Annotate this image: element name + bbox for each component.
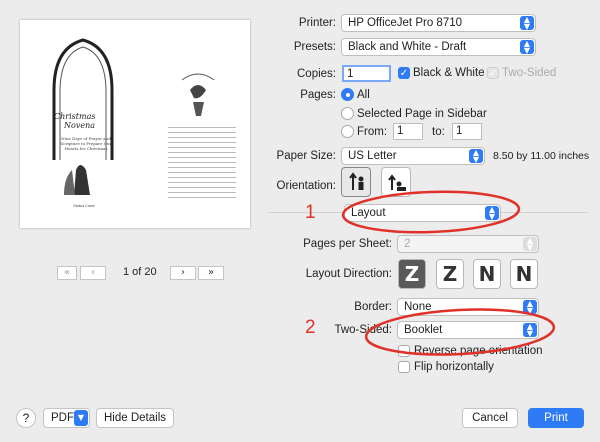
last-page-button[interactable]: »: [198, 266, 224, 280]
layout-direction-z-lr[interactable]: Z: [398, 259, 426, 289]
paper-size-value: US Letter: [348, 150, 397, 162]
layout-direction-n-lr[interactable]: N: [510, 259, 538, 289]
chevron-down-icon: ▼: [74, 410, 88, 426]
pages-to-label: to:: [432, 126, 445, 138]
paper-size-label: Paper Size:: [276, 150, 336, 162]
hide-details-button[interactable]: Hide Details: [96, 408, 174, 428]
page-indicator: 1 of 20: [123, 266, 157, 278]
chevron-updown-icon: ▲ ▼: [523, 300, 537, 315]
pdf-menu-button[interactable]: PDF ▼: [43, 408, 90, 428]
chevron-updown-icon: ▲ ▼: [523, 237, 537, 252]
landscape-icon: [388, 174, 406, 191]
flip-horizontally-checkbox[interactable]: [398, 361, 410, 373]
paper-size-select[interactable]: US Letter ▲ ▼: [341, 147, 485, 165]
pages-selected-radio[interactable]: [341, 107, 354, 120]
chevron-updown-icon: ▲ ▼: [520, 16, 534, 31]
two-sided-value: Booklet: [404, 324, 443, 336]
pages-from-radio[interactable]: [341, 125, 354, 138]
copies-field[interactable]: 1: [342, 65, 391, 82]
print-section-select[interactable]: Layout ▲ ▼: [344, 204, 501, 222]
pages-selected-label: Selected Page in Sidebar: [357, 108, 487, 120]
pages-all-label: All: [357, 89, 370, 101]
chevron-updown-icon: ▲ ▼: [523, 323, 537, 338]
chevron-updown-icon: ▲ ▼: [485, 206, 499, 221]
landscape-orientation-button[interactable]: [381, 167, 411, 197]
preview-title-line1: Christmas: [54, 112, 96, 121]
portrait-orientation-button[interactable]: [341, 167, 371, 197]
pages-from-field[interactable]: 1: [393, 123, 423, 140]
border-value: None: [404, 301, 432, 313]
pages-from-label: From:: [357, 126, 388, 138]
black-white-label: Black & White: [413, 67, 485, 79]
pages-per-sheet-label: Pages per Sheet:: [303, 238, 392, 250]
chevron-updown-icon: ▲ ▼: [520, 40, 534, 55]
two-sided-label: Two-Sided:: [334, 324, 392, 336]
chevron-updown-icon: ▲ ▼: [469, 149, 483, 164]
preview-subtitle: Nine Days of Prayer and Scripture to Pre…: [60, 136, 112, 151]
layout-direction-n-rl[interactable]: N: [473, 259, 501, 289]
pages-to-field[interactable]: 1: [452, 123, 482, 140]
printer-value: HP OfficeJet Pro 8710: [348, 17, 463, 29]
two-sided-checkbox-label: Two-Sided: [502, 67, 557, 79]
flip-horizontally-label: Flip horizontally: [414, 361, 494, 373]
paper-dimensions: 8.50 by 11.00 inches: [493, 150, 590, 162]
two-sided-select[interactable]: Booklet ▲ ▼: [397, 321, 539, 339]
help-button[interactable]: ?: [16, 408, 36, 428]
portrait-icon: [349, 172, 364, 190]
pdf-label: PDF: [51, 412, 74, 424]
cancel-button[interactable]: Cancel: [462, 408, 518, 428]
orientation-label: Orientation:: [276, 180, 336, 192]
annotation-number-2: 2: [305, 317, 316, 338]
next-page-button[interactable]: ›: [170, 266, 196, 280]
presets-label: Presets:: [293, 41, 336, 53]
border-select[interactable]: None ▲ ▼: [397, 298, 539, 316]
annotation-number-1: 1: [305, 202, 316, 223]
pages-per-sheet-value: 2: [404, 238, 411, 250]
two-sided-checkbox: ✓: [487, 67, 499, 79]
preview-author: Santos Crane: [73, 204, 95, 208]
previous-page-button[interactable]: ‹: [80, 266, 106, 280]
first-page-button[interactable]: «: [57, 266, 77, 280]
print-button[interactable]: Print: [528, 408, 584, 428]
reverse-orientation-label: Reverse page orientation: [414, 345, 543, 357]
presets-select[interactable]: Black and White - Draft ▲ ▼: [341, 38, 536, 56]
layout-direction-label: Layout Direction:: [305, 268, 392, 280]
pages-all-radio[interactable]: [341, 88, 354, 101]
reverse-orientation-checkbox[interactable]: [398, 345, 410, 357]
pages-label: Pages:: [300, 89, 336, 101]
printer-select[interactable]: HP OfficeJet Pro 8710 ▲ ▼: [341, 14, 536, 32]
preview-title: Christmas Novena: [54, 112, 114, 130]
pages-per-sheet-select: 2 ▲ ▼: [397, 235, 539, 253]
presets-value: Black and White - Draft: [348, 41, 467, 53]
black-white-checkbox[interactable]: ✓: [398, 67, 410, 79]
preview-title-line2: Novena: [64, 121, 95, 130]
print-section-value: Layout: [351, 207, 386, 219]
copies-label: Copies:: [297, 68, 336, 80]
border-label: Border:: [354, 301, 392, 313]
printer-label: Printer:: [298, 17, 336, 29]
layout-direction-z-rl[interactable]: Z: [436, 259, 464, 289]
